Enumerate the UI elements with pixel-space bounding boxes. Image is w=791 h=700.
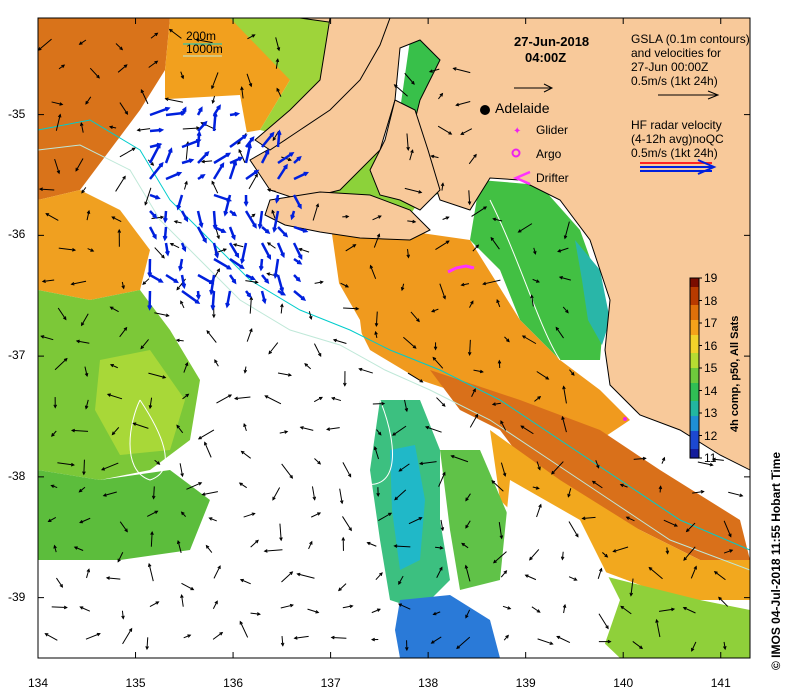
legend-gsla-line2: and velocities for bbox=[631, 46, 722, 60]
map-figure: ✦ 134 135 136 137 138 139 140 141 -35 -36 -37 -38 -… bbox=[0, 0, 791, 700]
lat-tick-label: -38 bbox=[8, 468, 26, 483]
legend-date: 27-Jun-2018 bbox=[514, 34, 590, 49]
lon-tick-label: 141 bbox=[710, 676, 731, 690]
legend-gsla-line1: GSLA (0.1m contours) bbox=[631, 32, 750, 46]
legend-gsla-line3: 27-Jun 00:00Z bbox=[631, 60, 709, 74]
adelaide-label: Adelaide bbox=[495, 100, 550, 116]
legend-hf-arrow bbox=[640, 159, 717, 175]
lat-tick-label: -35 bbox=[8, 106, 26, 121]
lon-tick-label: 139 bbox=[515, 676, 536, 690]
colorbar-tick-label: 16 bbox=[704, 338, 718, 353]
lat-tick-label: -39 bbox=[8, 589, 26, 604]
colorbar-tick-label: 14 bbox=[704, 383, 718, 398]
lon-tick-label: 140 bbox=[613, 676, 634, 690]
credit-text: © IMOS 04-Jul-2018 11:55 Hobart Time bbox=[769, 451, 783, 670]
hf-radar-arrow bbox=[243, 194, 249, 207]
adelaide-marker bbox=[480, 105, 490, 115]
colorbar-tick-label: 11 bbox=[704, 451, 717, 465]
legend-time: 04:00Z bbox=[525, 50, 567, 65]
argo-label: Argo bbox=[536, 147, 562, 161]
legend-hf-line3: 0.5m/s (1kt 24h) bbox=[631, 146, 718, 160]
legend-1000m-label: 1000m bbox=[186, 42, 223, 56]
legend-hf-line2: (4-12h avg)noQC bbox=[631, 132, 724, 146]
colorbar-title: 4h comp, p50, All Sats bbox=[729, 315, 741, 432]
legend-200m-label: 200m bbox=[186, 29, 217, 43]
colorbar-tick-label: 18 bbox=[704, 293, 718, 308]
lat-tick-label: -36 bbox=[8, 227, 26, 242]
colorbar-tick-label: 15 bbox=[704, 361, 718, 375]
colorbar-tick-label: 19 bbox=[704, 271, 718, 285]
colorbar-tick-label: 12 bbox=[704, 428, 718, 443]
lon-tick-label: 134 bbox=[28, 676, 49, 690]
legend-hf-line1: HF radar velocity bbox=[631, 118, 722, 132]
sst-map: ✦ bbox=[37, 17, 751, 659]
lon-tick-label: 136 bbox=[223, 676, 244, 690]
lat-tick-label: -37 bbox=[8, 348, 26, 363]
drifter-label: Drifter bbox=[536, 171, 569, 185]
hf-radar-arrow bbox=[195, 290, 201, 301]
lon-tick-label: 138 bbox=[418, 676, 439, 690]
colorbar-tick-label: 13 bbox=[704, 406, 718, 420]
glider-label: Glider bbox=[536, 123, 569, 137]
colorbar-tick-label: 17 bbox=[704, 316, 718, 330]
hf-radar-arrow bbox=[147, 258, 153, 278]
hf-radar-arrow bbox=[147, 290, 153, 311]
legend-gsla-line4: 0.5m/s (1kt 24h) bbox=[631, 74, 718, 88]
glider-marker-icon: ✦ bbox=[513, 126, 521, 137]
lon-tick-label: 135 bbox=[125, 676, 146, 690]
argo-marker-map bbox=[623, 417, 627, 421]
lon-tick-label: 137 bbox=[320, 676, 341, 690]
